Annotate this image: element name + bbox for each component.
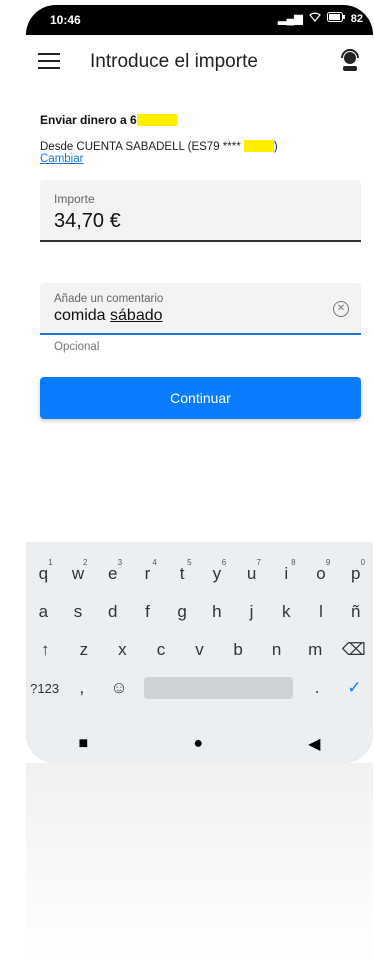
status-bar: 10:46 ▂▄▆ 82 — [26, 5, 373, 35]
key-a[interactable]: a — [26, 602, 61, 622]
keyboard: q1w2e3r4t5y6u7i8o9p0 asdfghjklñ ↑ zxcvbn… — [26, 542, 373, 724]
comment-value: comida sábado — [54, 307, 163, 324]
key-w[interactable]: w2 — [61, 558, 96, 584]
key-d[interactable]: d — [95, 602, 130, 622]
key-number: 0 — [360, 558, 366, 567]
symbols-key[interactable]: ?123 — [26, 681, 63, 696]
battery-icon — [326, 12, 345, 25]
check-icon[interactable]: ✓ — [336, 678, 373, 698]
send-to-label: Enviar dinero a 6 — [40, 113, 177, 127]
key-h[interactable]: h — [200, 602, 235, 622]
battery-level: 82 — [350, 12, 363, 25]
change-account-link[interactable]: Cambiar — [40, 153, 83, 165]
agent-icon[interactable] — [339, 49, 361, 73]
backspace-icon[interactable]: ⌫ — [334, 640, 373, 660]
menu-icon[interactable] — [38, 53, 60, 69]
key-number: 1 — [48, 558, 53, 567]
screen: 10:46 ▂▄▆ 82 Introduce el importe Enviar… — [26, 5, 373, 763]
key-k[interactable]: k — [269, 602, 304, 622]
key-i[interactable]: i8 — [269, 558, 304, 584]
space-key[interactable] — [143, 677, 293, 699]
amount-label: Importe — [54, 192, 95, 206]
key-m[interactable]: m — [296, 640, 335, 660]
key-y[interactable]: y6 — [200, 558, 235, 584]
comma-key[interactable]: , — [63, 678, 100, 698]
continue-button[interactable]: Continuar — [40, 377, 361, 419]
page-title: Introduce el importe — [90, 51, 258, 72]
comment-field[interactable]: Añade un comentario comida sábado ✕ — [40, 283, 361, 335]
wifi-icon — [308, 12, 321, 25]
recents-icon[interactable]: ■ — [79, 735, 89, 753]
status-icons: ▂▄▆ 82 — [278, 12, 363, 25]
comment-hint: Opcional — [54, 341, 100, 353]
key-u[interactable]: u7 — [234, 558, 269, 584]
key-number: 5 — [187, 558, 192, 567]
comment-label: Añade un comentario — [54, 293, 164, 305]
keyboard-row-2: asdfghjklñ — [26, 602, 373, 622]
key-number: 9 — [325, 558, 331, 567]
app-bar: Introduce el importe — [26, 35, 373, 93]
key-p[interactable]: p0 — [338, 558, 373, 584]
key-number: 8 — [291, 558, 296, 567]
key-e[interactable]: e3 — [95, 558, 130, 584]
status-time: 10:46 — [50, 13, 81, 27]
period-key[interactable]: . — [299, 678, 336, 698]
phone-frame: 10:46 ▂▄▆ 82 Introduce el importe Enviar… — [26, 5, 373, 763]
redaction-mask — [243, 140, 274, 152]
key-number: 7 — [256, 558, 261, 567]
key-x[interactable]: x — [103, 640, 142, 660]
key-o[interactable]: o9 — [304, 558, 339, 584]
key-s[interactable]: s — [61, 602, 96, 622]
key-c[interactable]: c — [142, 640, 181, 660]
home-icon[interactable]: ● — [193, 735, 203, 753]
back-icon[interactable]: ◀ — [308, 734, 320, 754]
amount-value: 34,70 € — [54, 210, 121, 232]
key-f[interactable]: f — [130, 602, 165, 622]
key-t[interactable]: t5 — [165, 558, 200, 584]
amount-field[interactable]: Importe 34,70 € — [40, 180, 361, 242]
key-r[interactable]: r4 — [130, 558, 165, 584]
key-j[interactable]: j — [234, 602, 269, 622]
key-v[interactable]: v — [180, 640, 219, 660]
key-z[interactable]: z — [65, 640, 104, 660]
shift-icon[interactable]: ↑ — [26, 640, 65, 660]
key-l[interactable]: l — [304, 602, 339, 622]
redaction-mask — [136, 114, 177, 126]
key-g[interactable]: g — [165, 602, 200, 622]
clear-icon[interactable]: ✕ — [333, 301, 349, 317]
key-ñ[interactable]: ñ — [338, 602, 373, 622]
key-number: 3 — [117, 558, 123, 567]
emoji-icon[interactable]: ☺ — [100, 678, 137, 698]
key-b[interactable]: b — [219, 640, 258, 660]
key-number: 6 — [221, 558, 227, 567]
key-n[interactable]: n — [257, 640, 296, 660]
key-number: 2 — [82, 558, 88, 567]
signal-icon: ▂▄▆ — [278, 13, 303, 25]
phone-reflection — [26, 763, 373, 960]
keyboard-row-1: q1w2e3r4t5y6u7i8o9p0 — [26, 558, 373, 584]
key-number: 4 — [152, 558, 157, 567]
keyboard-row-3: ↑ zxcvbnm ⌫ — [26, 640, 373, 660]
key-q[interactable]: q1 — [26, 558, 61, 584]
keyboard-row-4: ?123 , ☺ . ✓ — [26, 677, 373, 699]
from-account: Desde CUENTA SABADELL (ES79 **** ) — [40, 140, 278, 153]
nav-bar: ■ ● ◀ — [26, 724, 373, 763]
